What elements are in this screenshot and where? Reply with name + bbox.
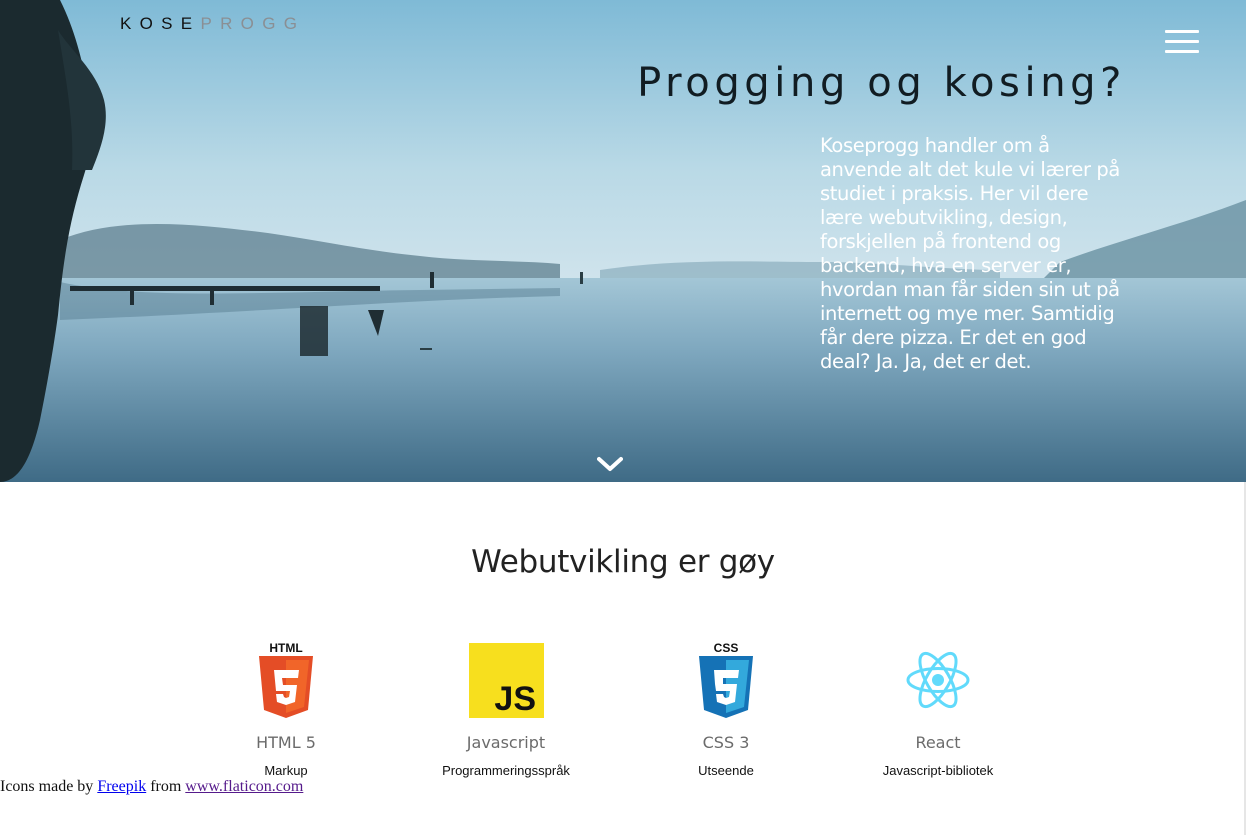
react-icon xyxy=(898,640,978,720)
tech-card-javascript: JS Javascript Programmeringsspråk xyxy=(416,640,596,778)
tech-description: Javascript-bibliotek xyxy=(882,763,994,778)
tech-card-react: React Javascript-bibliotek xyxy=(848,640,1028,778)
tech-description: Programmeringsspråk xyxy=(442,763,570,778)
tech-description: Markup xyxy=(264,763,308,778)
hero-title: Progging og kosing? xyxy=(637,60,1126,106)
credit-middle: from xyxy=(150,778,182,795)
tech-name: HTML 5 xyxy=(256,733,316,752)
hamburger-menu-icon[interactable] xyxy=(1165,30,1199,54)
section-title: Webutvikling er gøy xyxy=(471,544,775,580)
svg-text:HTML: HTML xyxy=(269,641,302,655)
logo-part-kose: KOSE xyxy=(120,14,201,33)
hero-description: Koseprogg handler om å anvende alt det k… xyxy=(820,134,1120,373)
svg-text:JS: JS xyxy=(494,680,536,718)
javascript-icon: JS xyxy=(466,640,546,720)
chevron-down-icon[interactable] xyxy=(597,455,623,473)
site-logo[interactable]: KOSEPROGG xyxy=(120,14,305,34)
tech-name: CSS 3 xyxy=(702,733,750,752)
hero-banner: KOSEPROGG Progging og kosing? Koseprogg … xyxy=(0,0,1246,482)
tech-card-html5: HTML HTML 5 Markup xyxy=(196,640,376,778)
flaticon-link[interactable]: www.flaticon.com xyxy=(185,778,303,795)
credit-prefix: Icons made by xyxy=(0,778,94,795)
tech-name: Javascript xyxy=(466,733,546,752)
tech-description: Utseende xyxy=(698,763,754,778)
logo-part-progg: PROGG xyxy=(200,14,306,33)
tech-name: React xyxy=(915,733,961,752)
svg-text:CSS: CSS xyxy=(714,641,739,655)
icon-credit: Icons made by Freepik from www.flaticon.… xyxy=(0,778,303,796)
freepik-link[interactable]: Freepik xyxy=(97,778,146,795)
tech-card-css3: CSS CSS 3 Utseende xyxy=(636,640,816,778)
css3-icon: CSS xyxy=(686,640,766,720)
html5-icon: HTML xyxy=(246,640,326,720)
